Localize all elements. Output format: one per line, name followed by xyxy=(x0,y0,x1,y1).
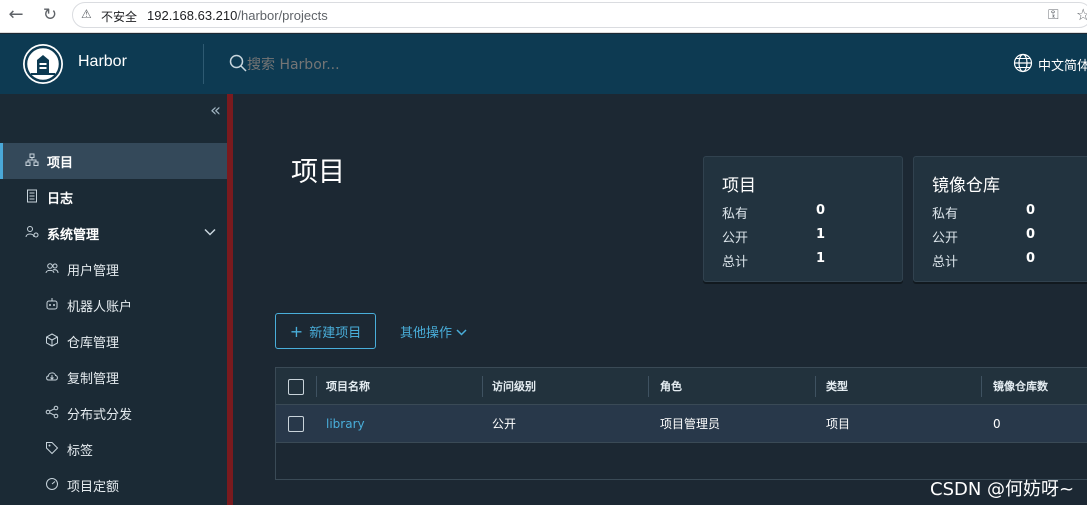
column-divider xyxy=(981,376,982,397)
table-row[interactable]: library 公开 项目管理员 项目 0 xyxy=(276,405,1087,443)
plus-icon: + xyxy=(289,321,304,341)
sidebar: « 项目 日志 系统管理 用户管理 机器人账户 仓库管理 复制管理 分布式分发 … xyxy=(0,94,233,505)
replication-icon xyxy=(44,369,60,385)
watermark: CSDN @何妨呀~ xyxy=(930,479,1075,500)
quota-icon xyxy=(44,477,60,493)
sidebar-item-label: 机器人账户 xyxy=(67,299,133,315)
sidebar-item-label: 仓库管理 xyxy=(67,335,120,351)
sidebar-item-distributions[interactable]: 分布式分发 xyxy=(0,395,227,431)
sidebar-item-robot-accounts[interactable]: 机器人账户 xyxy=(0,287,227,323)
chevron-down-icon xyxy=(456,326,467,341)
sidebar-item-replications[interactable]: 复制管理 xyxy=(0,359,227,395)
url-host: 192.168.63.210 xyxy=(147,8,238,23)
column-header-type[interactable]: 类型 xyxy=(826,368,848,404)
card-row-value: 0 xyxy=(1026,227,1036,242)
search-icon[interactable] xyxy=(229,54,247,72)
column-header-repo-count[interactable]: 镜像仓库数 xyxy=(993,368,1048,404)
card-row-value: 0 xyxy=(1026,251,1036,266)
sidebar-item-label: 分布式分发 xyxy=(67,407,133,423)
registry-icon xyxy=(44,333,60,349)
column-divider xyxy=(648,376,649,397)
key-icon[interactable]: ⚿ xyxy=(1048,7,1059,23)
card-row-label: 公开 xyxy=(932,231,959,246)
security-label[interactable]: 不安全 xyxy=(101,8,137,25)
project-name-link[interactable]: library xyxy=(326,405,365,442)
table-header: 项目名称 访问级别 角色 类型 镜像仓库数 xyxy=(276,368,1087,405)
search-input[interactable] xyxy=(247,55,447,75)
repo-count: 0 xyxy=(993,416,1001,431)
sidebar-item-users[interactable]: 用户管理 xyxy=(0,251,227,287)
card-row-label: 私有 xyxy=(932,207,959,222)
card-row-label: 公开 xyxy=(722,231,749,246)
bookmark-star-icon[interactable]: ☆ xyxy=(1076,5,1087,24)
sidebar-item-project-quotas[interactable]: 项目定额 xyxy=(0,467,227,503)
column-divider xyxy=(316,376,317,397)
language-selector[interactable]: 中文简体 xyxy=(1038,55,1087,74)
sidebar-item-label: 项目定额 xyxy=(67,479,120,495)
sidebar-item-label: 项目 xyxy=(47,155,74,171)
column-divider xyxy=(482,376,483,397)
card-row-value: 1 xyxy=(816,251,826,266)
card-row-label: 总计 xyxy=(722,255,749,270)
sidebar-item-label: 标签 xyxy=(67,443,94,459)
sidebar-item-registries[interactable]: 仓库管理 xyxy=(0,323,227,359)
card-title: 镜像仓库 xyxy=(932,176,1000,196)
url-path: /harbor/projects xyxy=(237,8,328,23)
harbor-logo-icon[interactable] xyxy=(23,44,63,84)
brand-name[interactable]: Harbor xyxy=(78,53,127,71)
card-title: 项目 xyxy=(722,176,756,196)
column-header-access[interactable]: 访问级别 xyxy=(492,368,536,404)
other-actions-dropdown[interactable]: 其他操作 xyxy=(400,322,467,341)
type: 项目 xyxy=(826,417,851,431)
other-actions-label: 其他操作 xyxy=(400,326,453,341)
row-checkbox[interactable] xyxy=(288,416,304,432)
card-row-value: 0 xyxy=(1026,203,1036,218)
column-header-role[interactable]: 角色 xyxy=(660,368,682,404)
address-bar[interactable]: ⚠ 不安全 192.168.63.210/harbor/projects ⚿ ☆ xyxy=(72,2,1087,28)
url-text[interactable]: 192.168.63.210/harbor/projects xyxy=(147,8,328,23)
new-project-button[interactable]: + 新建项目 xyxy=(275,313,376,349)
sidebar-item-label: 日志 xyxy=(47,191,74,207)
new-project-label: 新建项目 xyxy=(309,325,362,341)
robot-icon xyxy=(44,297,60,313)
access-level: 公开 xyxy=(492,417,517,431)
sidebar-item-administration[interactable]: 系统管理 xyxy=(0,215,227,251)
project-icon xyxy=(24,153,40,169)
app-header: Harbor 中文简体 xyxy=(0,34,1087,94)
reload-icon[interactable]: ↻ xyxy=(40,5,60,25)
sidebar-item-logs[interactable]: 日志 xyxy=(0,179,227,215)
admin-icon xyxy=(24,225,40,241)
page-title: 项目 xyxy=(291,157,345,188)
chevron-down-icon[interactable] xyxy=(203,225,217,239)
role: 项目管理员 xyxy=(660,417,721,431)
sidebar-item-label: 系统管理 xyxy=(47,227,100,243)
card-row-value: 1 xyxy=(816,227,826,242)
users-icon xyxy=(44,261,60,277)
header-divider xyxy=(203,44,204,84)
sidebar-item-projects[interactable]: 项目 xyxy=(0,143,227,179)
main-content: 项目 项目 私有 0 公开 1 总计 1 镜像仓库 私有 0 公开 0 总计 0… xyxy=(239,94,1087,505)
warning-icon[interactable]: ⚠ xyxy=(81,7,92,21)
sidebar-item-labels[interactable]: 标签 xyxy=(0,431,227,467)
column-divider xyxy=(815,376,816,397)
card-row-label: 总计 xyxy=(932,255,959,270)
column-header-name[interactable]: 项目名称 xyxy=(326,368,370,404)
share-icon xyxy=(44,405,60,421)
select-all-checkbox[interactable] xyxy=(288,379,304,395)
globe-icon[interactable] xyxy=(1013,53,1033,73)
collapse-sidebar-icon[interactable]: « xyxy=(210,102,221,120)
projects-table: 项目名称 访问级别 角色 类型 镜像仓库数 library 公开 项目管理员 项… xyxy=(275,367,1087,480)
log-icon xyxy=(24,189,40,205)
card-row-value: 0 xyxy=(816,203,826,218)
browser-toolbar: ← ↻ ⚠ 不安全 192.168.63.210/harbor/projects… xyxy=(0,0,1087,33)
back-arrow-icon[interactable]: ← xyxy=(6,5,26,25)
projects-summary-card: 项目 私有 0 公开 1 总计 1 xyxy=(703,156,903,282)
sidebar-item-label: 用户管理 xyxy=(67,263,120,279)
card-row-label: 私有 xyxy=(722,207,749,222)
repositories-summary-card: 镜像仓库 私有 0 公开 0 总计 0 xyxy=(913,156,1087,282)
sidebar-item-label: 复制管理 xyxy=(67,371,120,387)
tag-icon xyxy=(44,441,60,457)
